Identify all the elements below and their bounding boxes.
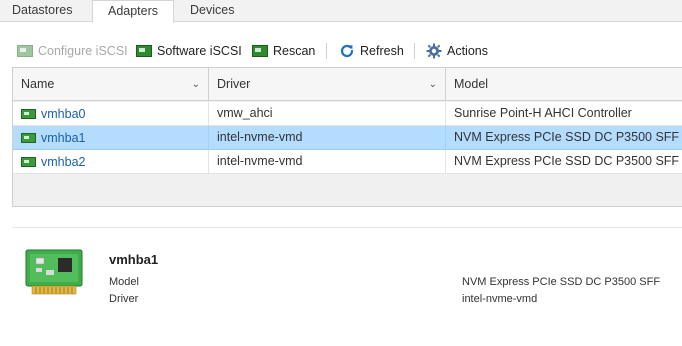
adapter-icon xyxy=(21,133,36,143)
column-header-model[interactable]: Model xyxy=(446,68,682,101)
configure-iscsi-button[interactable]: Configure iSCSI xyxy=(17,38,128,64)
toolbar-divider xyxy=(326,43,327,59)
actions-button[interactable]: Actions xyxy=(426,38,488,64)
driver-cell: intel-nvme-vmd xyxy=(209,150,446,174)
adapter-icon xyxy=(21,157,36,167)
adapter-name[interactable]: vmhba2 xyxy=(41,151,85,174)
section-divider xyxy=(12,227,682,228)
rescan-label: Rescan xyxy=(273,44,316,58)
refresh-icon xyxy=(339,43,355,59)
toolbar-divider xyxy=(414,43,415,59)
model-cell: NVM Express PCIe SSD DC P3500 SFF xyxy=(454,154,680,168)
tab-devices[interactable]: Devices xyxy=(178,0,246,22)
chevron-down-icon[interactable]: ⌄ xyxy=(192,68,200,101)
rescan-button[interactable]: Rescan xyxy=(252,38,315,64)
adapter-card-image xyxy=(24,246,84,302)
name-cell: vmhba2 xyxy=(13,150,209,174)
table-row-selected[interactable]: vmhba1 intel-nvme-vmd NVM Express PCIe S… xyxy=(13,126,682,150)
detail-title: vmhba1 xyxy=(109,252,159,267)
adapter-name[interactable]: vmhba0 xyxy=(41,103,85,126)
column-header-driver-label: Driver xyxy=(217,77,251,91)
rescan-icon xyxy=(252,43,268,59)
tab-bar: Datastores Adapters Devices xyxy=(0,0,682,23)
detail-driver-label: Driver xyxy=(109,293,139,305)
detail-model-label: Model xyxy=(109,276,139,288)
model-cell: Sunrise Point-H AHCI Controller xyxy=(454,106,632,120)
driver-cell: intel-nvme-vmd xyxy=(209,126,446,150)
detail-driver-value: intel-nvme-vmd xyxy=(462,293,538,305)
refresh-label: Refresh xyxy=(360,44,404,58)
grid-header: Name ⌄ Driver ⌄ Model xyxy=(13,68,682,101)
software-iscsi-button[interactable]: Software iSCSI xyxy=(136,38,242,64)
adapter-name[interactable]: vmhba1 xyxy=(41,127,85,150)
adapter-icon xyxy=(17,43,33,59)
refresh-button[interactable]: Refresh xyxy=(339,38,404,64)
tab-adapters[interactable]: Adapters xyxy=(92,0,174,23)
name-cell: vmhba0 xyxy=(13,102,209,126)
adapter-add-icon xyxy=(136,43,152,59)
software-iscsi-label: Software iSCSI xyxy=(157,44,242,58)
actions-label: Actions xyxy=(447,44,488,58)
toolbar: Configure iSCSI Software iSCSI Rescan Re… xyxy=(0,38,682,64)
adapters-grid: Name ⌄ Driver ⌄ Model vmhba0 vmw_ahci Su… xyxy=(12,67,682,207)
table-row[interactable]: vmhba2 intel-nvme-vmd NVM Express PCIe S… xyxy=(13,150,682,174)
driver-cell: vmw_ahci xyxy=(209,102,446,126)
detail-model-value: NVM Express PCIe SSD DC P3500 SFF xyxy=(462,276,661,288)
column-header-model-label: Model xyxy=(454,77,489,91)
name-cell: vmhba1 xyxy=(13,126,209,150)
chevron-down-icon[interactable]: ⌄ xyxy=(429,68,437,101)
tab-datastores[interactable]: Datastores xyxy=(0,0,84,22)
adapter-icon xyxy=(21,109,36,119)
grid-rows: vmhba0 vmw_ahci Sunrise Point-H AHCI Con… xyxy=(13,102,682,174)
gear-icon xyxy=(426,43,442,59)
configure-iscsi-label: Configure iSCSI xyxy=(38,44,128,58)
column-header-name-label: Name xyxy=(21,77,55,91)
model-cell: NVM Express PCIe SSD DC P3500 SFF xyxy=(454,130,680,144)
table-row[interactable]: vmhba0 vmw_ahci Sunrise Point-H AHCI Con… xyxy=(13,102,682,126)
column-header-driver[interactable]: Driver ⌄ xyxy=(209,68,446,101)
column-header-name[interactable]: Name ⌄ xyxy=(13,68,209,101)
